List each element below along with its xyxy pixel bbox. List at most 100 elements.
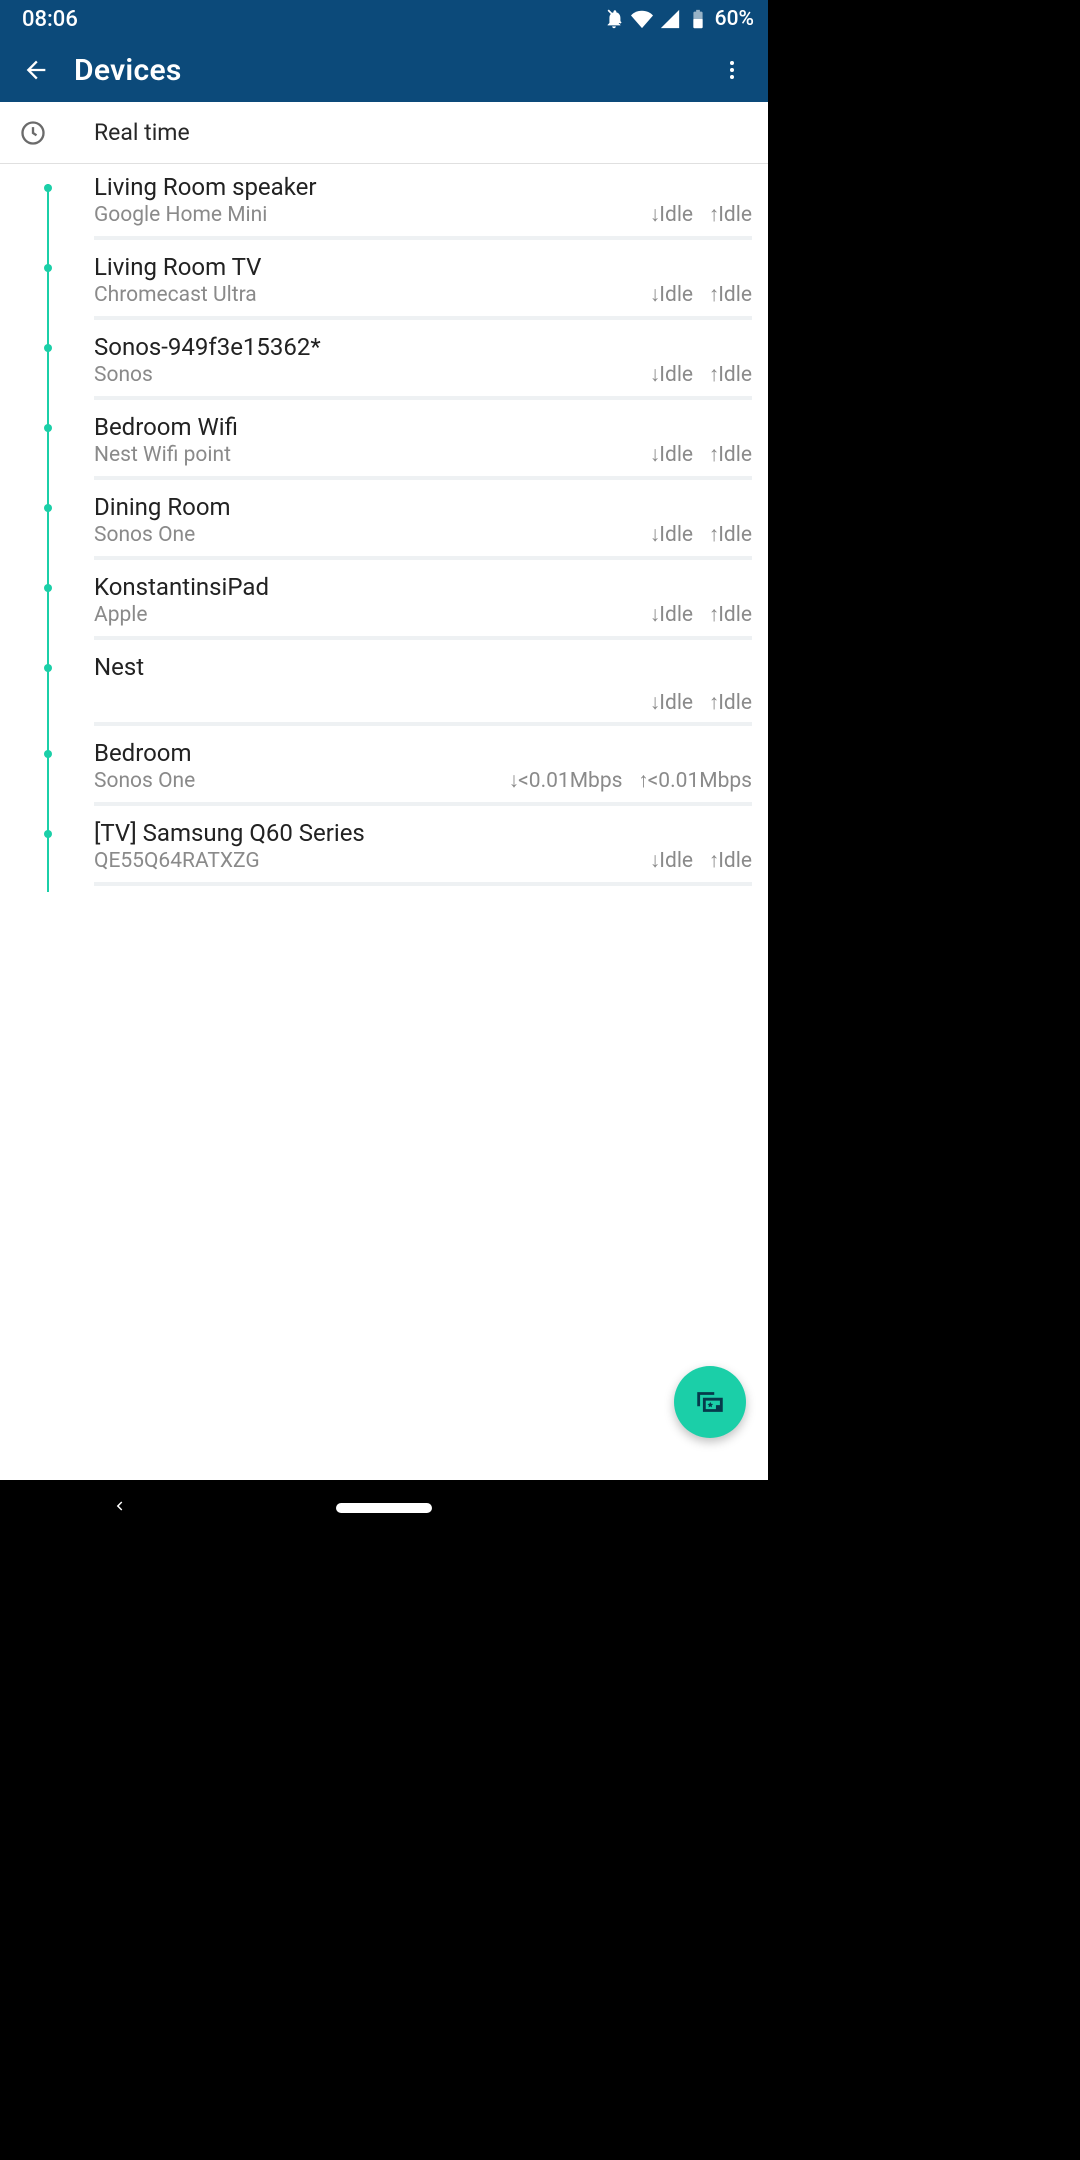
up-arrow-icon: ↑ [709,603,719,627]
timeline-line [47,406,49,486]
timeline-line [47,812,49,892]
timeline-line [47,732,49,812]
up-rate: Idle [718,691,752,715]
device-row[interactable]: Living Room speakerGoogle Home Mini↓Idle… [0,166,768,246]
up-arrow-icon: ↑ [709,691,719,715]
device-name: Nest [94,653,752,681]
device-rates: ↓Idle ↑Idle [650,691,752,715]
priority-device-fab[interactable] [674,1366,746,1438]
usage-bar [94,556,752,560]
status-time: 08:06 [22,7,78,32]
usage-bar [94,722,752,726]
up-arrow-icon: ↑ [709,363,719,387]
usage-bar [94,396,752,400]
device-row[interactable]: Bedroom WifiNest Wifi point↓Idle ↑Idle [0,406,768,486]
device-type: QE55Q64RATXZG [94,849,260,875]
device-rates: ↓Idle ↑Idle [650,203,752,227]
timeline-line [47,646,49,732]
down-rate: Idle [659,363,693,387]
device-row[interactable]: Living Room TVChromecast Ultra↓Idle ↑Idl… [0,246,768,326]
device-name: KonstantinsiPad [94,573,752,601]
clock-icon [18,118,48,148]
device-rates: ↓Idle ↑Idle [650,283,752,307]
system-nav-bar [0,1480,768,1536]
up-arrow-icon: ↑ [638,769,648,793]
status-battery: 60% [715,7,754,31]
up-rate: Idle [718,283,752,307]
status-dot-icon [44,584,52,592]
device-type: Apple [94,603,148,629]
up-rate: Idle [718,603,752,627]
filter-realtime[interactable]: Real time [0,102,768,164]
device-name: Dining Room [94,493,752,521]
usage-bar [94,882,752,886]
wifi-icon [631,8,653,30]
up-rate: <0.01Mbps [648,769,752,793]
device-list: Living Room speakerGoogle Home Mini↓Idle… [0,164,768,892]
back-button[interactable] [12,46,60,94]
down-rate: <0.01Mbps [518,769,622,793]
device-rates: ↓Idle ↑Idle [650,849,752,873]
device-type: Nest Wifi point [94,443,231,469]
down-arrow-icon: ↓ [650,523,660,547]
up-rate: Idle [718,849,752,873]
device-name: Bedroom [94,739,752,767]
device-name: Bedroom Wifi [94,413,752,441]
status-dot-icon [44,664,52,672]
down-arrow-icon: ↓ [650,363,660,387]
device-rates: ↓<0.01Mbps ↑<0.01Mbps [509,769,752,793]
content-area: Real time Living Room speakerGoogle Home… [0,102,768,1480]
down-arrow-icon: ↓ [650,283,660,307]
device-row[interactable]: Sonos-949f3e15362*Sonos↓Idle ↑Idle [0,326,768,406]
status-dot-icon [44,504,52,512]
battery-icon [687,8,709,30]
timeline-line [47,184,49,246]
up-rate: Idle [718,443,752,467]
usage-bar [94,636,752,640]
up-arrow-icon: ↑ [709,283,719,307]
down-rate: Idle [659,283,693,307]
up-rate: Idle [718,363,752,387]
usage-bar [94,316,752,320]
down-rate: Idle [659,203,693,227]
device-row[interactable]: Dining RoomSonos One↓Idle ↑Idle [0,486,768,566]
down-rate: Idle [659,849,693,873]
device-row[interactable]: BedroomSonos One↓<0.01Mbps ↑<0.01Mbps [0,732,768,812]
up-rate: Idle [718,203,752,227]
up-rate: Idle [718,523,752,547]
up-arrow-icon: ↑ [709,523,719,547]
device-row[interactable]: KonstantinsiPadApple ↓Idle ↑Idle [0,566,768,646]
status-dot-icon [44,750,52,758]
up-arrow-icon: ↑ [709,849,719,873]
device-rates: ↓Idle ↑Idle [650,523,752,547]
usage-bar [94,802,752,806]
device-type: Sonos One [94,769,195,795]
nav-back-icon[interactable] [110,1497,128,1519]
dnd-icon [603,8,625,30]
device-rates: ↓Idle ↑Idle [650,363,752,387]
filter-label: Real time [94,119,190,146]
nav-home-pill[interactable] [336,1503,432,1513]
device-row[interactable]: Nest ↓Idle ↑Idle [0,646,768,732]
down-rate: Idle [659,523,693,547]
device-row[interactable]: [TV] Samsung Q60 SeriesQE55Q64RATXZG↓Idl… [0,812,768,892]
down-rate: Idle [659,691,693,715]
device-name: [TV] Samsung Q60 Series [94,819,752,847]
down-rate: Idle [659,603,693,627]
timeline-line [47,486,49,566]
status-dot-icon [44,424,52,432]
device-type: Chromecast Ultra [94,283,257,309]
status-dot-icon [44,184,52,192]
timeline-line [47,246,49,326]
down-arrow-icon: ↓ [650,849,660,873]
device-type: Sonos One [94,523,195,549]
status-dot-icon [44,344,52,352]
overflow-menu-button[interactable] [708,46,756,94]
down-rate: Idle [659,443,693,467]
device-rates: ↓Idle ↑Idle [650,603,752,627]
down-arrow-icon: ↓ [509,769,519,793]
timeline-line [47,566,49,646]
device-type: Google Home Mini [94,203,267,229]
page-title: Devices [74,53,708,88]
device-name: Living Room TV [94,253,752,281]
